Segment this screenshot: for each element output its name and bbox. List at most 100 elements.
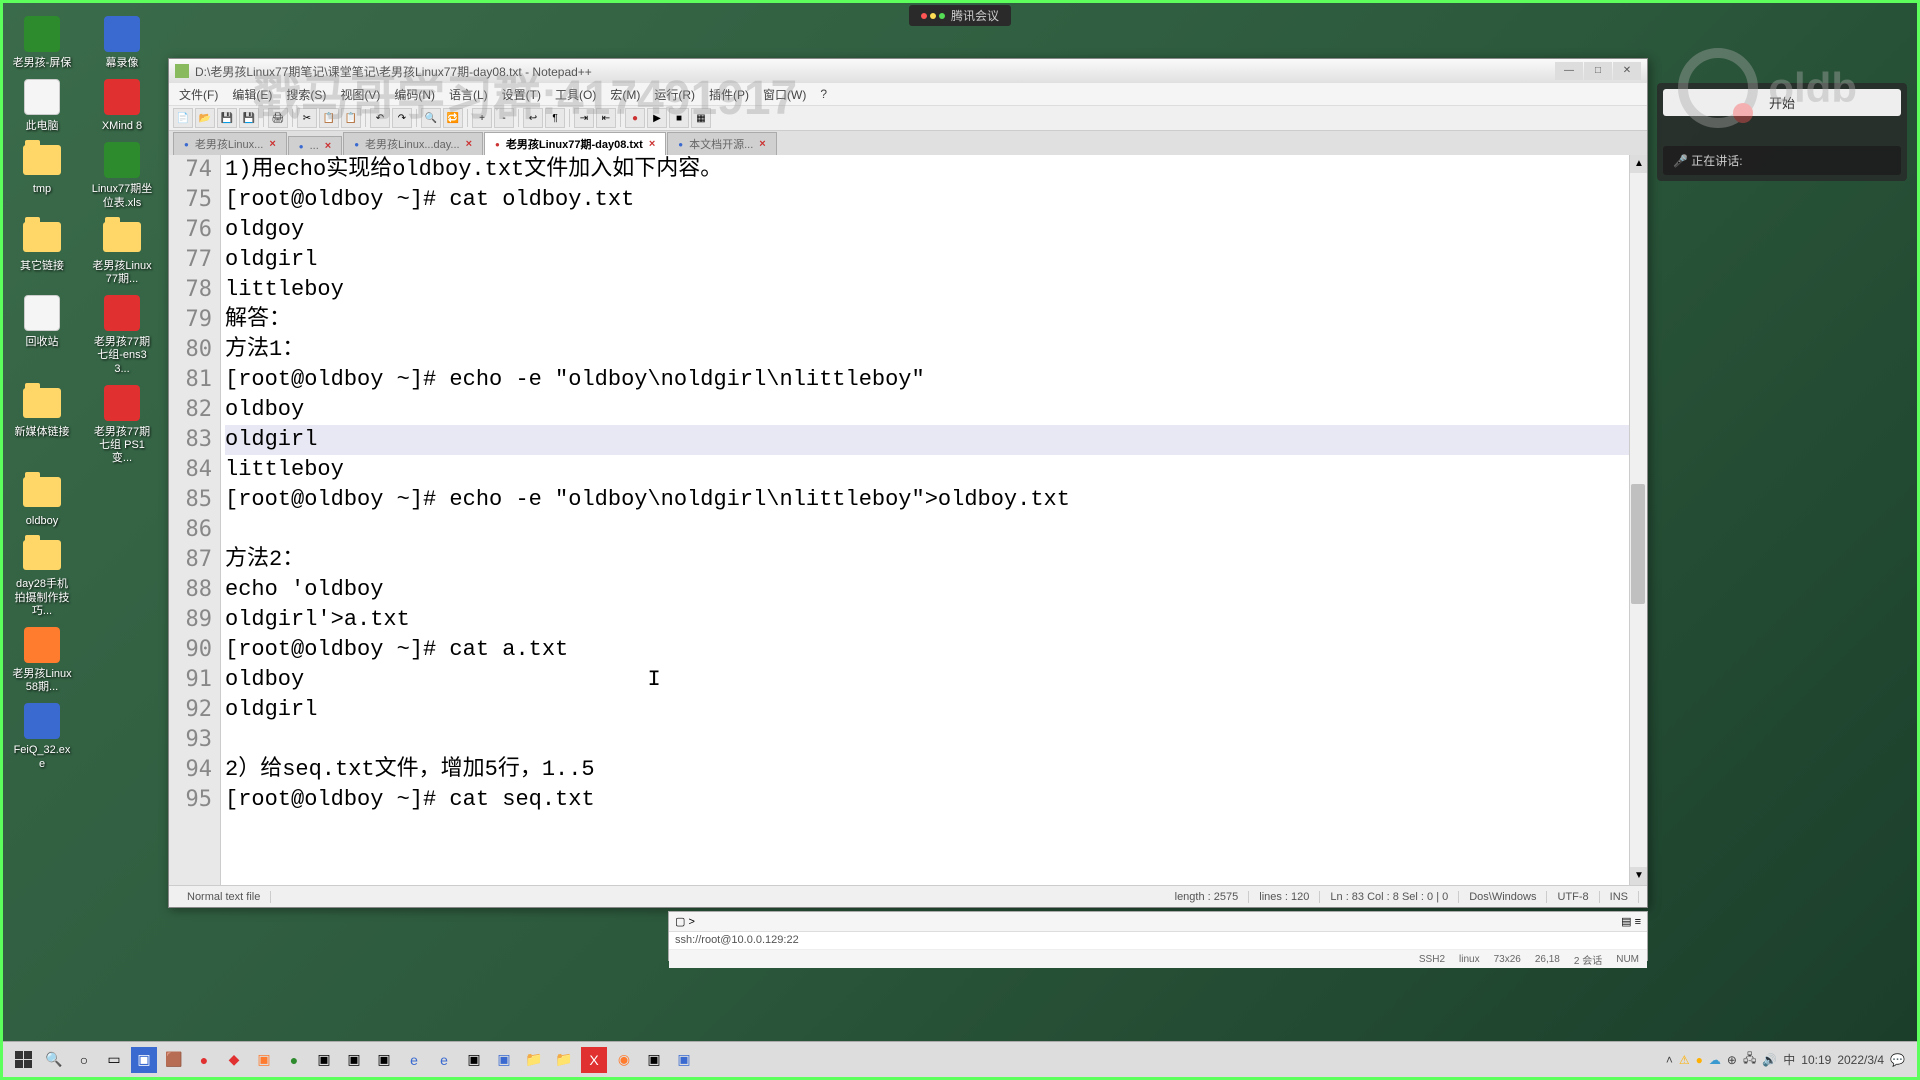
tray-volume-icon[interactable]: 🔊 [1762, 1053, 1777, 1067]
code-line[interactable]: [root@oldboy ~]# cat seq.txt [225, 785, 1647, 815]
taskbar-app[interactable]: ▣ [671, 1047, 697, 1073]
menu-item[interactable]: 插件(P) [703, 84, 755, 105]
code-line[interactable]: oldboy I [225, 665, 1647, 695]
taskbar-app[interactable]: 🟫 [161, 1047, 187, 1073]
minimize-button[interactable]: — [1555, 62, 1583, 80]
code-line[interactable]: oldgirl [225, 695, 1647, 725]
tray-icon[interactable]: ☁ [1709, 1053, 1721, 1067]
taskbar-app[interactable]: e [431, 1047, 457, 1073]
code-line[interactable]: oldboy [225, 395, 1647, 425]
wordwrap-icon[interactable]: ↩ [523, 108, 543, 128]
tray-notifications-icon[interactable]: 💬 [1890, 1053, 1905, 1067]
editor-body[interactable]: 7475767778798081828384858687888990919293… [169, 155, 1647, 885]
code-line[interactable]: [root@oldboy ~]# echo -e "oldboy\noldgir… [225, 365, 1647, 395]
desktop-icon[interactable]: 老男孩77期七组 PS1变... [91, 382, 153, 466]
menu-item[interactable]: 文件(F) [173, 84, 224, 105]
cortana-icon[interactable]: ○ [71, 1047, 97, 1073]
code-line[interactable] [225, 725, 1647, 755]
title-bar[interactable]: D:\老男孩Linux77期笔记\课堂笔记\老男孩Linux77期-day08.… [169, 59, 1647, 83]
desktop-icon[interactable]: 回收站 [11, 292, 73, 376]
code-line[interactable]: oldgirl [225, 425, 1647, 455]
desktop-icon[interactable]: 老男孩Linux77期... [91, 216, 153, 286]
code-line[interactable]: 方法2： [225, 545, 1647, 575]
zoom-out-icon[interactable]: - [494, 108, 514, 128]
print-icon[interactable]: 🖨 [268, 108, 288, 128]
terminal-menu-icon[interactable]: ▤ ≡ [1621, 915, 1641, 928]
record-icon[interactable]: ● [625, 108, 645, 128]
code-line[interactable]: 解答： [225, 305, 1647, 335]
paste-icon[interactable]: 📋 [341, 108, 361, 128]
stop-icon[interactable]: ■ [669, 108, 689, 128]
taskbar-app[interactable]: ◉ [611, 1047, 637, 1073]
desktop-icon[interactable]: Linux77期坐位表.xls [91, 139, 153, 209]
find-icon[interactable]: 🔍 [421, 108, 441, 128]
taskbar-app[interactable]: ▣ [341, 1047, 367, 1073]
tray-date[interactable]: 2022/3/4 [1837, 1053, 1884, 1067]
menu-item[interactable]: 工具(O) [549, 84, 602, 105]
desktop-icon[interactable]: XMind 8 [91, 76, 153, 133]
tray-chevron-icon[interactable]: ˄ [1666, 1053, 1673, 1067]
play-icon[interactable]: ▶ [647, 108, 667, 128]
taskbar-app[interactable]: 📁 [521, 1047, 547, 1073]
save-all-icon[interactable]: 💾 [239, 108, 259, 128]
tray-network-icon[interactable]: 🖧 [1743, 1049, 1756, 1070]
desktop-icon[interactable]: 此电脑 [11, 76, 73, 133]
menu-item[interactable]: ? [814, 85, 833, 103]
editor-tab[interactable]: ●本文档开源...× [667, 132, 776, 155]
terminal-panel[interactable]: ▢ > ▤ ≡ ssh://root@10.0.0.129:22 SSH2lin… [668, 911, 1648, 961]
editor-tab[interactable]: ●老男孩Linux77期-day08.txt× [484, 132, 666, 155]
vertical-scrollbar[interactable]: ▲ ▼ [1629, 155, 1647, 885]
code-line[interactable]: littleboy [225, 275, 1647, 305]
editor-tab[interactable]: ●老男孩Linux...× [173, 132, 287, 155]
tab-close-icon[interactable]: × [466, 138, 472, 150]
desktop-icon[interactable]: 老男孩-屏保 [11, 13, 73, 70]
menu-item[interactable]: 宏(M) [604, 84, 646, 105]
editor-tab[interactable]: ●...× [288, 136, 342, 155]
search-icon[interactable]: 🔍 [41, 1047, 67, 1073]
taskbar-app[interactable]: ▣ [641, 1047, 667, 1073]
taskbar-app[interactable]: ● [281, 1047, 307, 1073]
code-line[interactable]: oldgirl [225, 245, 1647, 275]
taskbar-app[interactable]: ▣ [371, 1047, 397, 1073]
close-button[interactable]: ✕ [1613, 62, 1641, 80]
tab-close-icon[interactable]: × [649, 138, 655, 150]
open-file-icon[interactable]: 📂 [195, 108, 215, 128]
menu-item[interactable]: 窗口(W) [757, 84, 812, 105]
desktop-icon[interactable]: 其它链接 [11, 216, 73, 286]
system-tray[interactable]: ˄ ⚠ ● ☁ ⊕ 🖧 🔊 中 10:19 2022/3/4 💬 [1658, 1049, 1913, 1070]
desktop-icon[interactable]: 新媒体链接 [11, 382, 73, 466]
code-line[interactable] [225, 515, 1647, 545]
tray-ime-icon[interactable]: 中 [1783, 1051, 1795, 1068]
menu-item[interactable]: 运行(R) [648, 84, 701, 105]
scroll-up-icon[interactable]: ▲ [1630, 155, 1647, 173]
taskview-icon[interactable]: ▭ [101, 1047, 127, 1073]
tray-icon[interactable]: ⚠ [1679, 1053, 1690, 1067]
undo-icon[interactable]: ↶ [370, 108, 390, 128]
outdent-icon[interactable]: ⇤ [596, 108, 616, 128]
taskbar-app[interactable]: ▣ [311, 1047, 337, 1073]
redo-icon[interactable]: ↷ [392, 108, 412, 128]
macro-icon[interactable]: ▦ [691, 108, 711, 128]
code-area[interactable]: 1)用echo实现给oldboy.txt文件加入如下内容。 [root@oldbo… [221, 155, 1647, 885]
tab-close-icon[interactable]: × [269, 138, 275, 150]
terminal-address[interactable]: ssh://root@10.0.0.129:22 [669, 932, 1647, 950]
tab-close-icon[interactable]: × [759, 138, 765, 150]
indent-icon[interactable]: ⇥ [574, 108, 594, 128]
menu-item[interactable]: 设置(T) [496, 84, 547, 105]
desktop-icon[interactable]: 幕录像 [91, 13, 153, 70]
menu-item[interactable]: 搜索(S) [280, 84, 332, 105]
start-button[interactable] [7, 1045, 39, 1075]
new-file-icon[interactable]: 📄 [173, 108, 193, 128]
menu-item[interactable]: 编码(N) [388, 84, 441, 105]
editor-tab[interactable]: ●老男孩Linux...day...× [343, 132, 483, 155]
start-button[interactable]: 开始 [1663, 89, 1901, 116]
save-icon[interactable]: 💾 [217, 108, 237, 128]
cut-icon[interactable]: ✂ [297, 108, 317, 128]
taskbar-app[interactable]: ● [191, 1047, 217, 1073]
code-line[interactable]: littleboy [225, 455, 1647, 485]
code-line[interactable]: 1)用echo实现给oldboy.txt文件加入如下内容。 [225, 155, 1647, 185]
replace-icon[interactable]: 🔁 [443, 108, 463, 128]
show-all-icon[interactable]: ¶ [545, 108, 565, 128]
scroll-down-icon[interactable]: ▼ [1630, 867, 1647, 885]
code-line[interactable]: 2）给seq.txt文件，增加5行，1..5 [225, 755, 1647, 785]
